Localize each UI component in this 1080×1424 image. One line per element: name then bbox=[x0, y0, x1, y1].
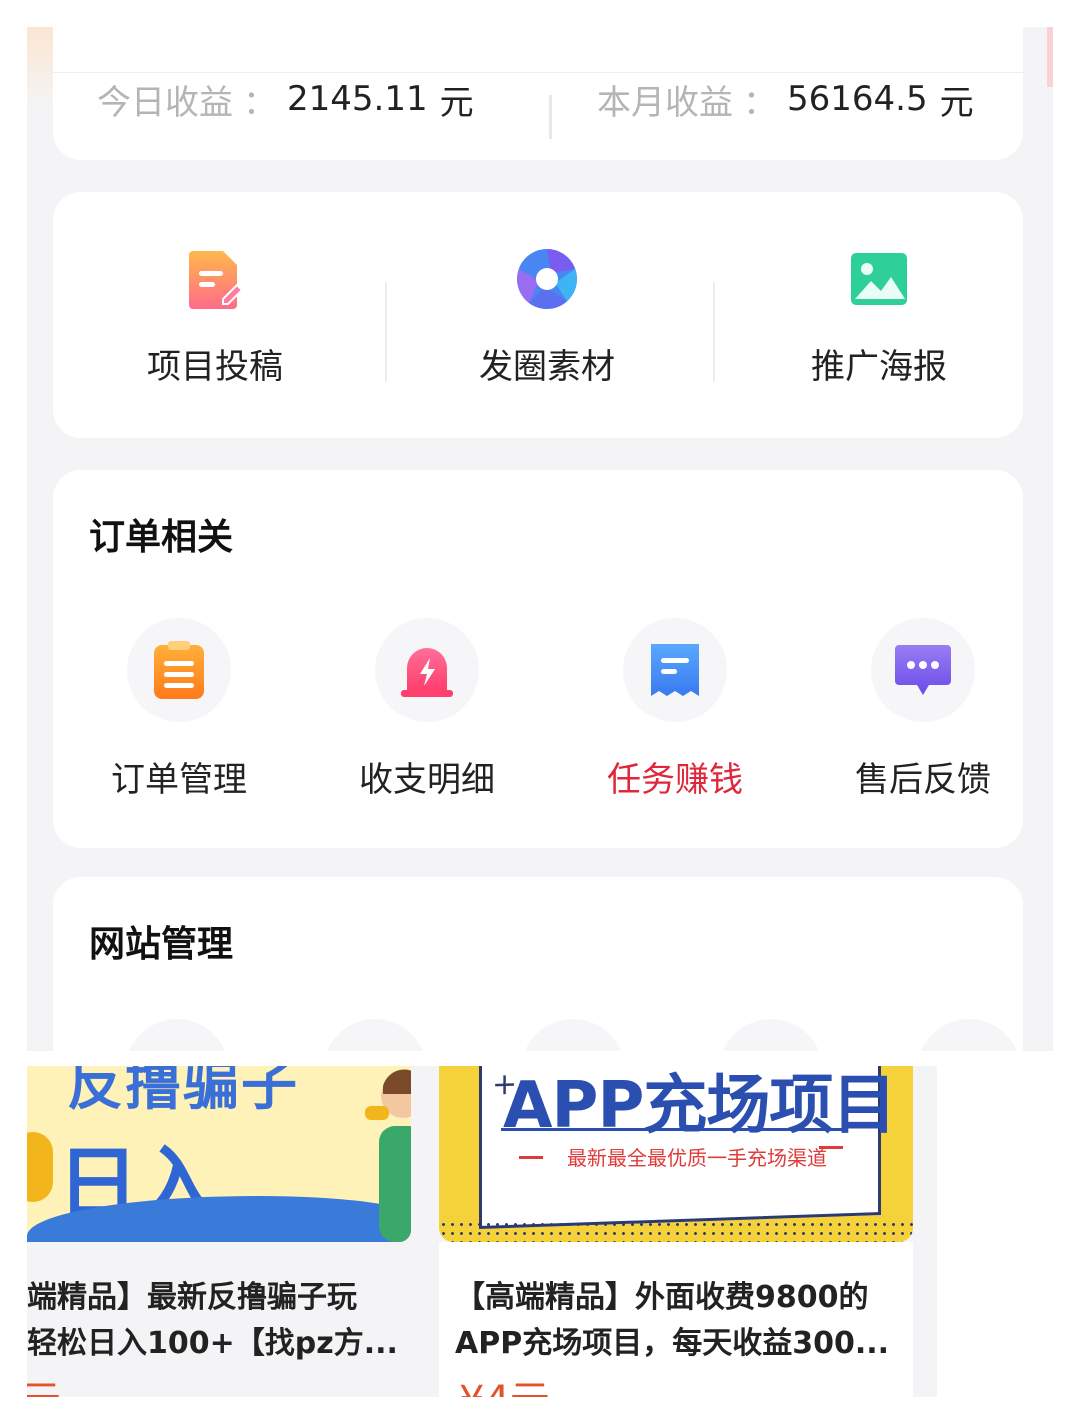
tool-promo-poster[interactable]: 推广海报 bbox=[749, 247, 1009, 388]
site-management-card: 网站管理 bbox=[53, 877, 1023, 1051]
banner-headline: APP充场项目 bbox=[503, 1069, 896, 1143]
site-item-icon-placeholder[interactable] bbox=[125, 1019, 229, 1051]
order-item-label: 订单管理 bbox=[111, 760, 247, 800]
task-earn-money[interactable]: 任务赚钱 bbox=[565, 618, 785, 801]
product-title-line[interactable]: 【高端精品】外面收费9800的 bbox=[455, 1272, 869, 1316]
quick-tools-card: 项目投稿 发圈素材 推广海报 bbox=[53, 192, 1023, 438]
income-expense-detail[interactable]: 收支明细 bbox=[317, 618, 537, 801]
product-price: 元 bbox=[27, 1368, 61, 1397]
receipt-icon bbox=[651, 644, 699, 696]
order-item-label: 任务赚钱 bbox=[607, 760, 743, 800]
month-income-label: 本月收益 bbox=[597, 82, 733, 123]
tool-label: 项目投稿 bbox=[147, 347, 283, 387]
site-item-icon-placeholder[interactable] bbox=[719, 1019, 823, 1051]
today-income-label: 今日收益 bbox=[97, 82, 233, 123]
currency-unit: 元 bbox=[439, 82, 474, 123]
icon-circle bbox=[375, 618, 479, 722]
currency-unit: 元 bbox=[939, 82, 974, 123]
product-banner[interactable]: 反撸骗子 日入100+ bbox=[27, 1066, 411, 1242]
divider bbox=[549, 95, 552, 139]
app-screen-top: 今日收益 ： 2145.11 元 本月收益 ： 56164.5 元 项目投稿 发… bbox=[27, 27, 1053, 1051]
coin-decoration bbox=[27, 1132, 53, 1202]
month-income: 本月收益 ： 56164.5 元 bbox=[597, 67, 974, 131]
site-item-icon-placeholder[interactable] bbox=[521, 1019, 625, 1051]
site-item-icon-placeholder[interactable] bbox=[917, 1019, 1021, 1051]
product-banner[interactable]: + APP充场项目 最新最全最优质一手充场渠道 bbox=[439, 1066, 913, 1242]
right-edge-decoration bbox=[1047, 27, 1053, 87]
kid-illustration bbox=[365, 1069, 411, 1242]
edit-document-icon bbox=[183, 247, 247, 311]
month-income-value: 56164.5 bbox=[787, 79, 928, 119]
tool-moments-material[interactable]: 发圈素材 bbox=[417, 247, 677, 388]
product-title-line[interactable]: 端精品】最新反撸骗子玩 bbox=[27, 1272, 357, 1316]
tool-label: 发圈素材 bbox=[479, 347, 615, 387]
divider bbox=[385, 282, 387, 382]
icon-circle bbox=[127, 618, 231, 722]
product-title-line[interactable]: 轻松日入100+【找pz方... bbox=[27, 1318, 398, 1362]
colon: ： bbox=[243, 82, 277, 123]
app-screen-products: 反撸骗子 日入100+ + APP充场项目 最新最全最优质一手充场渠道 端精品】… bbox=[27, 1066, 937, 1397]
product-title-line[interactable]: APP充场项目，每天收益300... bbox=[455, 1318, 889, 1362]
image-icon bbox=[847, 247, 911, 311]
product-price: ¥4元 bbox=[459, 1368, 550, 1397]
list-document-icon bbox=[154, 641, 204, 699]
left-edge-decoration bbox=[27, 27, 53, 107]
alarm-light-icon bbox=[401, 648, 453, 697]
icon-circle bbox=[623, 618, 727, 722]
today-income-value: 2145.11 bbox=[287, 79, 428, 119]
order-item-label: 售后反馈 bbox=[855, 760, 991, 800]
colon: ： bbox=[743, 82, 777, 123]
orders-card: 订单相关 订单管理 收支明细 任务赚钱 售后反馈 bbox=[53, 470, 1023, 848]
divider bbox=[713, 282, 715, 382]
underline-decoration bbox=[501, 1128, 845, 1131]
income-card: 今日收益 ： 2145.11 元 本月收益 ： 56164.5 元 bbox=[53, 27, 1023, 160]
section-title: 网站管理 bbox=[89, 924, 234, 965]
site-item-icon-placeholder[interactable] bbox=[323, 1019, 427, 1051]
dot-pattern-decoration bbox=[439, 1220, 913, 1242]
banner-headline: 反撸骗子 bbox=[67, 1066, 299, 1118]
after-sales-feedback[interactable]: 售后反馈 bbox=[813, 618, 1033, 801]
icon-circle bbox=[871, 618, 975, 722]
today-income: 今日收益 ： 2145.11 元 bbox=[97, 67, 474, 131]
tool-project-submit[interactable]: 项目投稿 bbox=[85, 247, 345, 388]
order-management[interactable]: 订单管理 bbox=[69, 618, 289, 801]
chat-bubble-icon bbox=[895, 645, 951, 695]
section-title: 订单相关 bbox=[89, 517, 234, 558]
dash-decoration bbox=[819, 1146, 843, 1149]
dash-decoration bbox=[519, 1156, 543, 1159]
tool-label: 推广海报 bbox=[811, 347, 947, 387]
banner-subheadline: 最新最全最优质一手充场渠道 bbox=[567, 1146, 827, 1170]
order-item-label: 收支明细 bbox=[359, 760, 495, 800]
aperture-icon bbox=[515, 247, 579, 311]
